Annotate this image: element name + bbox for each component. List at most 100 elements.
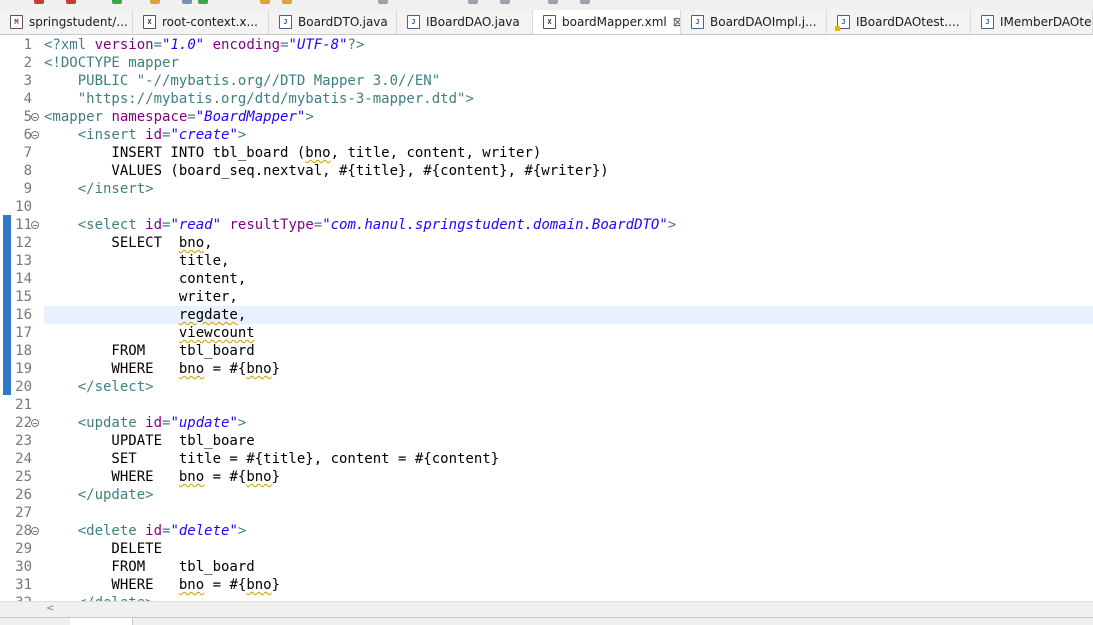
tab-label: BoardDTO.java (298, 15, 388, 29)
code-token: = #{ (204, 577, 247, 593)
tab-label: boardMapper.xml (562, 15, 667, 29)
code-line[interactable]: 19 WHERE bno = #{bno} (0, 360, 1093, 378)
code-line[interactable]: 4 "https://mybatis.org/dtd/mybatis-3-map… (0, 90, 1093, 108)
code-token: <mapper (44, 109, 112, 125)
run-icon[interactable] (198, 0, 208, 4)
fold-toggle-icon[interactable] (31, 527, 39, 535)
code-token: id (145, 217, 163, 233)
gear-icon[interactable] (548, 0, 558, 4)
code-line[interactable]: 2 <!DOCTYPE mapper (0, 54, 1093, 72)
code-text: DELETE (44, 540, 1093, 558)
fold-toggle-icon[interactable] (31, 131, 39, 139)
code-line[interactable]: 10 (0, 198, 1093, 216)
gear-icon[interactable] (468, 0, 478, 4)
line-number: 13 (15, 253, 32, 269)
code-text: FROM tbl_board (44, 342, 1093, 360)
code-text: WHERE bno = #{bno} (44, 576, 1093, 594)
code-token: bno (246, 469, 272, 485)
editor-tab[interactable]: J BoardDTO.java (269, 10, 397, 34)
code-token: PUBLIC (44, 73, 137, 89)
code-line[interactable]: 26 </update> (0, 486, 1093, 504)
code-line[interactable]: 28 <delete id="delete"> (0, 522, 1093, 540)
folder-icon[interactable] (260, 0, 270, 4)
editor-tab[interactable]: J BoardDAOImpl.j... (681, 10, 827, 34)
horizontal-scrollbar[interactable]: < (0, 601, 1093, 617)
line-number: 26 (15, 487, 32, 503)
editor-tab[interactable]: J IMemberDAOtes... (971, 10, 1093, 34)
code-text: </insert> (44, 180, 1093, 198)
code-line[interactable]: 11 <select id="read" resultType="com.han… (0, 216, 1093, 234)
code-line[interactable]: 6 <insert id="create"> (0, 126, 1093, 144)
code-token: > (237, 415, 247, 431)
code-line[interactable]: 13 title, (0, 252, 1093, 270)
java-file-icon: J (691, 15, 704, 29)
code-line[interactable]: 27 (0, 504, 1093, 522)
code-token: bno (178, 361, 205, 377)
close-icon[interactable]: ⊠ (673, 15, 680, 29)
code-line[interactable]: 29 DELETE (0, 540, 1093, 558)
tab-label: IBoardDAOtest.... (856, 15, 960, 29)
editor-tab[interactable]: J IBoardDAO.java (397, 10, 533, 34)
code-text: PUBLIC "-//mybatis.org//DTD Mapper 3.0//… (44, 72, 1093, 90)
code-line[interactable]: 22 <update id="update"> (0, 414, 1093, 432)
editor-tab[interactable]: J IBoardDAOtest.... (827, 10, 971, 34)
gear-icon[interactable] (500, 0, 510, 4)
line-number: 9 (23, 181, 32, 197)
tab-label: root-context.x... (162, 15, 258, 29)
code-text: WHERE bno = #{bno} (44, 468, 1093, 486)
fold-toggle-icon[interactable] (31, 113, 39, 121)
code-line[interactable]: 9 </insert> (0, 180, 1093, 198)
code-line[interactable]: 3 PUBLIC "-//mybatis.org//DTD Mapper 3.0… (0, 72, 1093, 90)
code-line[interactable]: 21 (0, 396, 1093, 414)
code-text: FROM tbl_board (44, 558, 1093, 576)
code-token: bno (305, 145, 331, 161)
code-line[interactable]: 8 VALUES (board_seq.nextval, #{title}, #… (0, 162, 1093, 180)
code-line[interactable]: 20 </select> (0, 378, 1093, 396)
code-token: } (271, 577, 281, 593)
code-line[interactable]: 16 regdate, (0, 306, 1093, 324)
code-line[interactable]: 18 FROM tbl_board (0, 342, 1093, 360)
gear-icon[interactable] (378, 0, 388, 4)
code-line[interactable]: 12 SELECT bno, (0, 234, 1093, 252)
fold-toggle-icon[interactable] (31, 419, 39, 427)
code-line[interactable]: 23 UPDATE tbl_boare (0, 432, 1093, 450)
stop-icon[interactable] (66, 0, 76, 4)
folder-icon[interactable] (282, 0, 292, 4)
editor-tab[interactable]: Xroot-context.x... (133, 10, 269, 34)
fold-toggle-icon[interactable] (31, 221, 39, 229)
line-number: 1 (23, 37, 32, 53)
code-line[interactable]: 1 <?xml version="1.0" encoding="UTF-8"?> (0, 36, 1093, 54)
editor-tab[interactable]: XboardMapper.xml ⊠ (533, 10, 681, 34)
line-number: 18 (15, 343, 32, 359)
code-token: SET title = #{title}, content = #{conten… (44, 451, 500, 467)
editor-tab[interactable]: Mspringstudent/... (0, 10, 133, 34)
code-token: <?xml (44, 37, 95, 53)
code-editor[interactable]: 1 <?xml version="1.0" encoding="UTF-8"?> 2… (0, 35, 1093, 601)
code-line[interactable]: 32 </delete> (0, 594, 1093, 601)
folder-icon[interactable] (150, 0, 160, 4)
code-line[interactable]: 17 viewcount (0, 324, 1093, 342)
code-text: content, (44, 270, 1093, 288)
code-line[interactable]: 30 FROM tbl_board (0, 558, 1093, 576)
code-line[interactable]: 7 INSERT INTO tbl_board (bno, title, con… (0, 144, 1093, 162)
code-token: content, (44, 271, 247, 287)
gear-icon[interactable] (580, 0, 590, 4)
code-token: = (280, 37, 289, 53)
code-line[interactable]: 14 content, (0, 270, 1093, 288)
code-text: </delete> (44, 594, 1093, 601)
code-line[interactable]: 15 writer, (0, 288, 1093, 306)
scroll-left-icon[interactable]: < (46, 603, 54, 614)
run-icon[interactable] (112, 0, 122, 4)
code-line[interactable]: 24 SET title = #{title}, content = #{con… (0, 450, 1093, 468)
stop-icon[interactable] (34, 0, 44, 4)
search-icon[interactable] (182, 0, 192, 4)
code-token: "1.0" (162, 37, 205, 53)
code-line[interactable]: 5 <mapper namespace="BoardMapper"> (0, 108, 1093, 126)
code-token: , title, content, writer) (330, 145, 542, 161)
editor-tab-bar: Mspringstudent/... Xroot-context.x... J Boa… (0, 10, 1093, 35)
code-line[interactable]: 25 WHERE bno = #{bno} (0, 468, 1093, 486)
code-line[interactable]: 31 WHERE bno = #{bno} (0, 576, 1093, 594)
code-token: </update> (44, 487, 154, 503)
